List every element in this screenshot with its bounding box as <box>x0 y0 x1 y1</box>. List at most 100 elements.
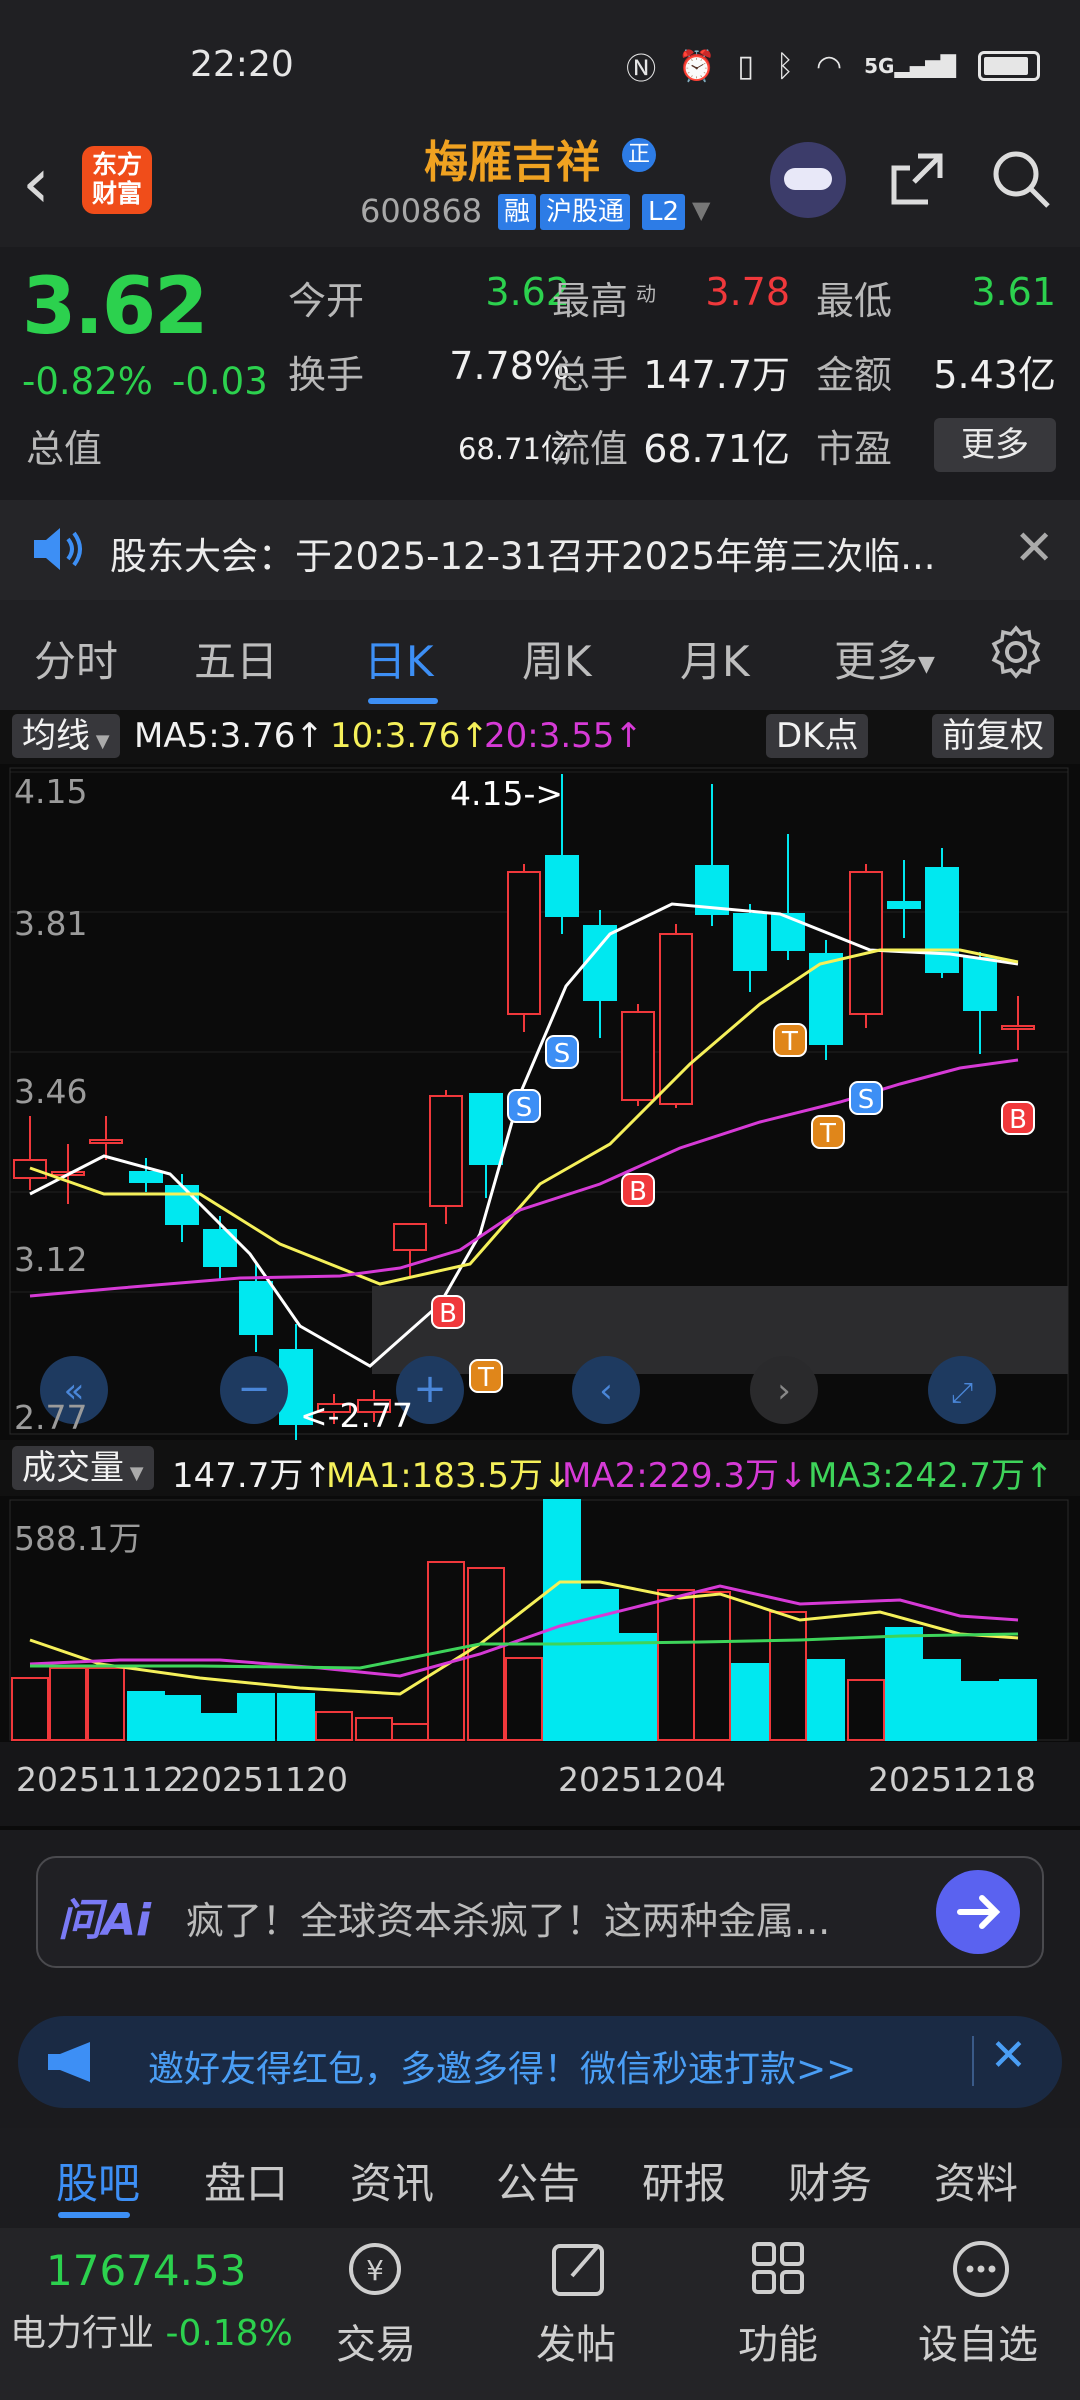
add-watchlist-label[interactable]: 设自选 <box>918 2312 1038 2370</box>
volume-bar <box>505 1657 543 1741</box>
bluetooth-icon: ᛒ <box>775 48 794 84</box>
chart-canvas[interactable]: BTSSBTTSB « − + ‹ › ⤢ <box>0 764 1080 1834</box>
volume-bar <box>693 1591 731 1741</box>
gear-icon[interactable] <box>988 624 1044 680</box>
low-value: 3.61 <box>971 270 1056 314</box>
volume-bar <box>731 1663 769 1741</box>
trade-label[interactable]: 交易 <box>336 2312 416 2370</box>
candle-body <box>507 871 541 1015</box>
pe-ratio-label: 市盈 <box>816 427 893 471</box>
tab-forum[interactable]: 股吧 <box>56 2150 140 2211</box>
candle-body <box>583 925 617 1001</box>
price-axis-label: 3.81 <box>14 904 88 943</box>
ma5-value: MA5:3.76↑ <box>134 716 324 756</box>
nfc-icon: Ⓝ <box>626 52 657 87</box>
search-icon[interactable] <box>990 148 1052 210</box>
svg-text:⤢: ⤢ <box>951 1376 973 1409</box>
volume-bar <box>87 1667 125 1741</box>
battery-icon <box>978 51 1040 81</box>
back-button[interactable]: ‹ <box>22 142 50 224</box>
industry-info[interactable]: 电力行业 -0.18% <box>10 2304 293 2356</box>
volume-bar <box>807 1659 845 1741</box>
dropdown-icon[interactable]: ▼ <box>692 196 710 224</box>
candle-body <box>429 1095 463 1207</box>
volume-selector[interactable]: 成交量 ▼ <box>12 1446 154 1490</box>
tab-intraday[interactable]: 分时 <box>34 628 118 689</box>
industry-index-value[interactable]: 17674.53 <box>46 2246 246 2295</box>
trade-icon[interactable]: ¥ <box>340 2236 410 2302</box>
tab-research[interactable]: 研报 <box>642 2150 726 2211</box>
amount-label: 金额 <box>816 353 893 397</box>
svg-text:¥: ¥ <box>366 2254 384 2287</box>
low-label: 最低 <box>816 279 893 323</box>
ma-selector[interactable]: 均线 ▼ <box>12 714 120 758</box>
candle-body <box>239 1281 273 1335</box>
volume-bar <box>885 1627 923 1741</box>
candle-body <box>733 913 767 971</box>
vol-ma2-value: MA2:229.3万↓ <box>562 1456 808 1496</box>
svg-text:−: − <box>237 1366 271 1412</box>
notice-text[interactable]: 股东大会：于2025-12-31召开2025年第三次临... <box>110 526 935 580</box>
volume-bar <box>49 1667 87 1741</box>
amount-value: 5.43亿 <box>933 353 1056 397</box>
volume-value: 147.7万↑ <box>172 1456 332 1496</box>
trade-mark-letter: T <box>819 1119 836 1149</box>
svg-text:›: › <box>777 1371 791 1411</box>
tab-more[interactable]: 更多▼ <box>834 628 935 689</box>
status-bar: 22:20 Ⓝ ⏰ ▯ ᛒ ◠ 5G▂▄▆█ <box>0 0 1080 135</box>
tab-five-day[interactable]: 五日 <box>194 628 278 689</box>
tab-announcements[interactable]: 公告 <box>496 2150 580 2211</box>
tag-connect: 沪股通 <box>540 194 631 230</box>
current-price: 3.62 <box>22 262 208 352</box>
arrow-right-icon[interactable] <box>936 1870 1020 1954</box>
volume-bar <box>355 1717 393 1741</box>
ai-prompt-text[interactable]: 疯了！全球资本杀疯了！这两种金属... <box>186 1890 830 1945</box>
function-icon[interactable] <box>744 2236 814 2302</box>
volume-bar <box>315 1711 353 1741</box>
more-dots-icon[interactable] <box>946 2236 1016 2302</box>
price-axis-label: 4.15 <box>14 772 88 811</box>
ai-assistant-icon[interactable] <box>770 142 846 218</box>
adjust-button[interactable]: 前复权 <box>932 714 1054 758</box>
tab-profile[interactable]: 资料 <box>934 2150 1018 2211</box>
more-button[interactable]: 更多 <box>934 418 1056 472</box>
tag-margin: 融 <box>498 194 537 230</box>
total-cap-label: 总值 <box>26 427 103 471</box>
volume-bar <box>277 1693 315 1741</box>
invite-text[interactable]: 邀好友得红包，多邀多得！微信秒速打款>> <box>148 2040 856 2092</box>
stock-name[interactable]: 梅雁吉祥 <box>424 126 600 190</box>
float-cap-value: 68.71亿 <box>643 427 790 471</box>
dk-point-button[interactable]: DK点 <box>766 714 869 758</box>
candle-body <box>165 1185 199 1225</box>
app-logo[interactable]: 东方财富 <box>82 146 152 214</box>
date-label: 20251204 <box>558 1760 726 1799</box>
divider <box>972 2036 974 2086</box>
share-icon[interactable] <box>888 150 946 208</box>
post-icon[interactable] <box>544 2236 614 2302</box>
close-icon[interactable]: ✕ <box>990 2030 1027 2081</box>
tab-weekly-k[interactable]: 周K <box>522 628 592 689</box>
tab-finance[interactable]: 财务 <box>788 2150 872 2211</box>
trade-mark-letter: T <box>477 1363 494 1393</box>
volume-bar <box>999 1679 1037 1741</box>
industry-name: 电力行业 <box>10 2313 155 2354</box>
tab-monthly-k[interactable]: 月K <box>680 628 750 689</box>
ma-selector-label: 均线 <box>22 716 90 756</box>
price-axis-label: 3.46 <box>14 1072 88 1111</box>
function-label[interactable]: 功能 <box>738 2312 818 2370</box>
volume-bar <box>657 1589 695 1741</box>
high-value: 3.78 <box>705 270 790 314</box>
tab-orderbook[interactable]: 盘口 <box>204 2150 288 2211</box>
candle-body <box>545 855 579 917</box>
volume-bars <box>11 1499 1037 1741</box>
volume-bar <box>847 1679 885 1741</box>
svg-text:‹: ‹ <box>599 1371 613 1411</box>
industry-change: -0.18% <box>165 2313 293 2354</box>
tab-news[interactable]: 资讯 <box>350 2150 434 2211</box>
close-icon[interactable]: ✕ <box>1014 520 1054 576</box>
ai-logo: 问Ai <box>58 1895 152 1946</box>
tab-daily-k[interactable]: 日K <box>364 628 434 689</box>
vol-ma3-value: MA3:242.7万↑ <box>808 1456 1054 1496</box>
date-label: 20251112 <box>16 1760 184 1799</box>
post-label[interactable]: 发帖 <box>536 2312 616 2370</box>
